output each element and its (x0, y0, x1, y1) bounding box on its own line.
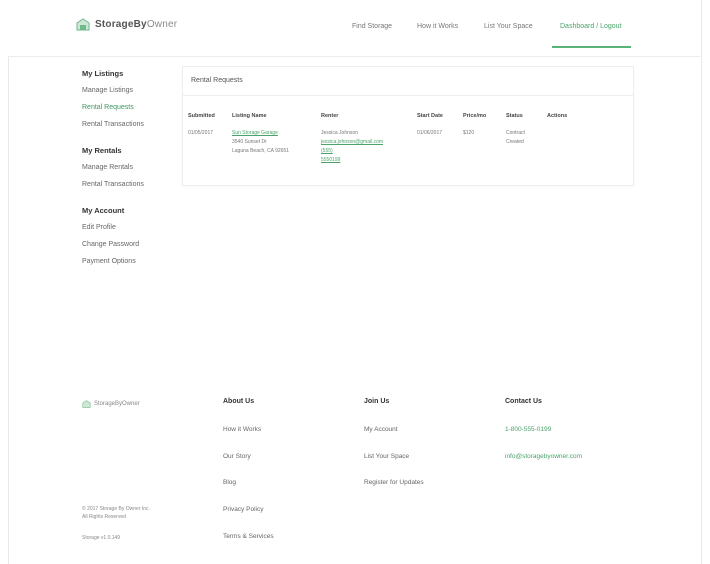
warehouse-icon (76, 18, 90, 31)
nav-dashboard[interactable]: Dashboard / Logout (560, 23, 622, 30)
cell-address-line-1: 3540 Sunset Dr (232, 139, 267, 145)
sidebar-item-rental-transactions[interactable]: Rental Transactions (82, 178, 182, 191)
footer-link-our-story[interactable]: Our Story (223, 453, 251, 460)
dashboard-sidebar: My Listings Manage Listings Rental Reque… (82, 68, 182, 282)
footer-heading-join: Join Us (364, 398, 390, 405)
sidebar-item-rental-requests[interactable]: Rental Requests (82, 101, 182, 114)
sidebar-item-payment-options[interactable]: Payment Options (82, 255, 182, 268)
sidebar-heading-account: My Account (82, 206, 125, 215)
sidebar-heading-rentals: My Rentals (82, 146, 122, 155)
sidebar-group-account: My Account Edit Profile Change Password … (82, 205, 182, 268)
column-header-status: Status (506, 113, 523, 119)
nav-how-it-works[interactable]: How it Works (417, 23, 458, 30)
rental-requests-card: Rental Requests Submitted Listing Name R… (182, 66, 634, 186)
column-header-submitted: Submitted (188, 113, 215, 119)
cell-address-line-2: Laguna Beach, CA 92651 (232, 148, 289, 154)
footer-link-blog[interactable]: Blog (223, 479, 236, 486)
footer-link-register-updates[interactable]: Register for Updates (364, 479, 424, 486)
footer-contact-email[interactable]: info@storagebyowner.com (505, 453, 582, 460)
nav-find-storage[interactable]: Find Storage (352, 23, 392, 30)
copyright-line-2: All Rights Reserved (82, 514, 126, 520)
footer-link-my-account[interactable]: My Account (364, 426, 398, 433)
footer-link-list-your-space[interactable]: List Your Space (364, 453, 409, 460)
column-header-listing-name: Listing Name (232, 113, 267, 119)
footer-copyright: © 2017 Storage By Owner Inc. All Rights … (82, 505, 182, 521)
sidebar-item-manage-rentals[interactable]: Manage Rentals (82, 161, 182, 174)
cell-start-date: 01/06/2017 (417, 130, 443, 136)
nav-list-your-space[interactable]: List Your Space (484, 23, 533, 30)
cell-renter-email[interactable]: jessica.johnson@gmail.com (321, 138, 383, 147)
card-header: Rental Requests (183, 67, 633, 96)
cell-renter-extra[interactable]: 5550199 (321, 156, 340, 165)
copyright-line-1: © 2017 Storage By Owner Inc. (82, 506, 150, 512)
sidebar-group-rentals: My Rentals Manage Rentals Rental Transac… (82, 145, 182, 191)
brand-logo[interactable]: StorageByOwner (76, 18, 177, 31)
column-header-start-date: Start Date (417, 113, 443, 119)
footer-logo[interactable]: StorageByOwner (82, 400, 140, 408)
cell-listing-link[interactable]: Sun Storage Garage (232, 129, 278, 138)
cell-status-line-1: Contract (506, 130, 525, 136)
column-header-actions: Actions (547, 113, 568, 119)
footer-link-how-it-works[interactable]: How it Works (223, 426, 261, 433)
footer-link-terms[interactable]: Terms & Services (223, 533, 274, 540)
sidebar-heading-listings: My Listings (82, 69, 124, 78)
cell-submitted: 01/05/2017 (188, 130, 214, 136)
footer-heading-contact: Contact Us (505, 398, 542, 405)
card-title: Rental Requests (191, 77, 243, 84)
warehouse-icon (82, 400, 91, 408)
column-header-price: Price/mo (463, 113, 487, 119)
sidebar-item-edit-profile[interactable]: Edit Profile (82, 221, 182, 234)
footer-contact-phone[interactable]: 1-800-555-0199 (505, 426, 551, 433)
sidebar-item-manage-listings[interactable]: Manage Listings (82, 84, 182, 97)
cell-renter-name: Jessica Johnson (321, 130, 358, 136)
column-header-renter: Renter (321, 113, 339, 119)
brand-name: StorageByOwner (95, 19, 178, 30)
cell-price: $120 (463, 130, 475, 136)
footer-heading-about: About Us (223, 398, 255, 405)
cell-renter-phone[interactable]: (555) (321, 147, 333, 156)
sidebar-group-listings: My Listings Manage Listings Rental Reque… (82, 68, 182, 131)
cell-status-line-2: Created (506, 139, 524, 145)
sidebar-item-change-password[interactable]: Change Password (82, 238, 182, 251)
footer-version: Storage v1.0.149 (82, 535, 121, 541)
sidebar-item-listing-transactions[interactable]: Rental Transactions (82, 118, 182, 131)
footer-brand-name: StorageByOwner (94, 401, 140, 407)
active-nav-indicator (552, 46, 631, 48)
footer-link-privacy-policy[interactable]: Privacy Policy (223, 506, 263, 513)
